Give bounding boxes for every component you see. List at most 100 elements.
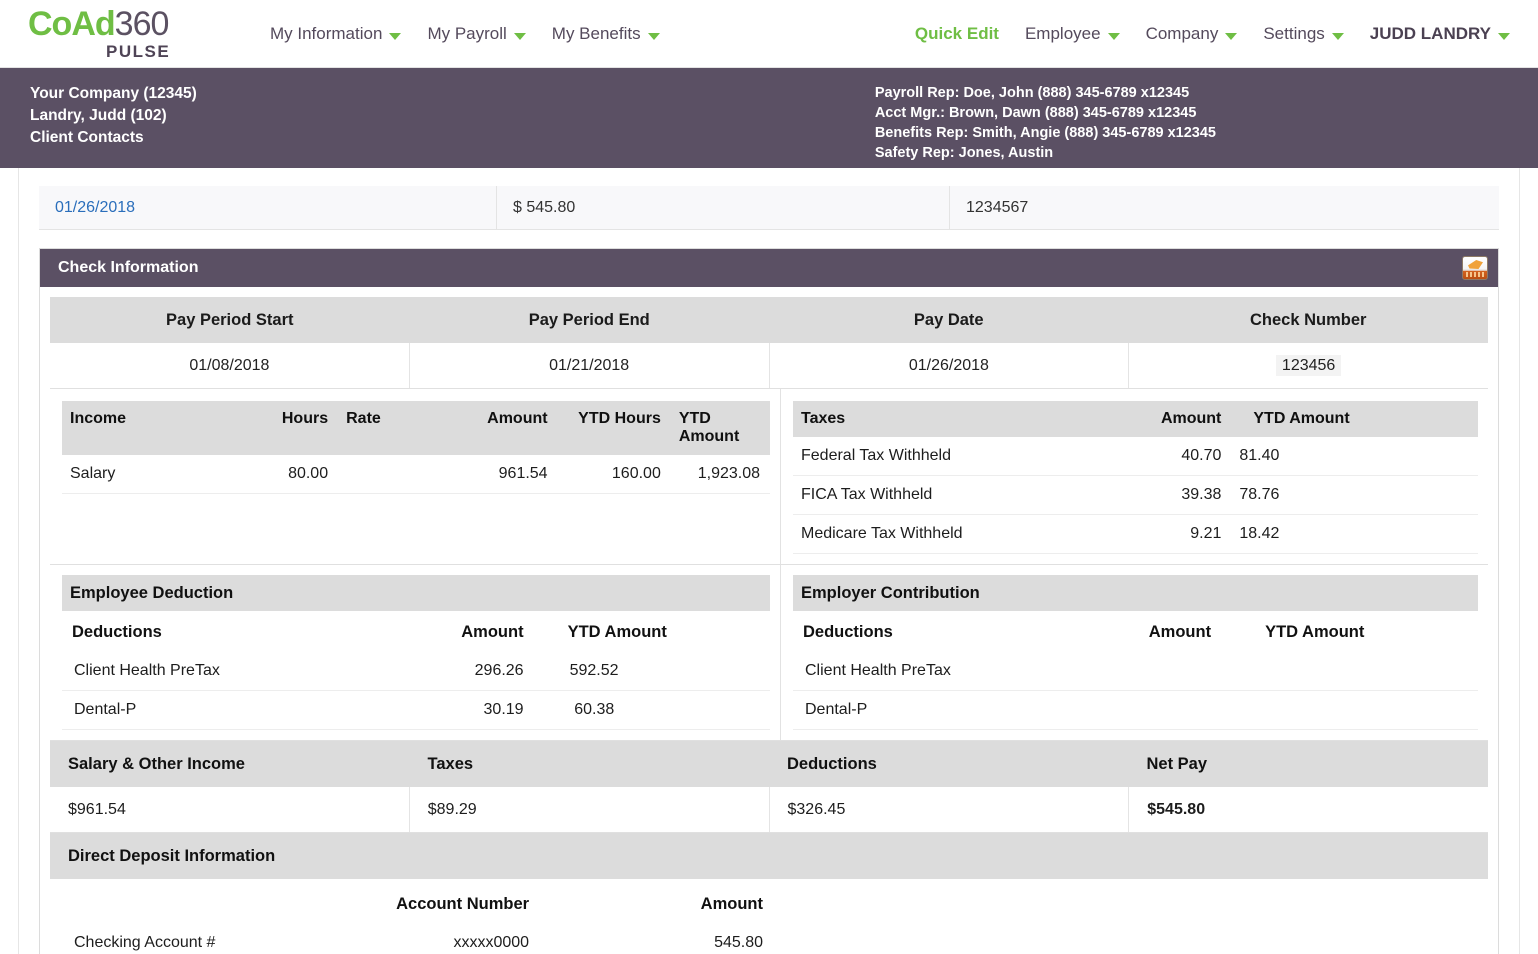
nav-employee-label: Employee <box>1024 23 1101 43</box>
nav-my-benefits-label: My Benefits <box>551 23 641 43</box>
income-row-ytd-amount: 1,923.08 <box>670 455 770 494</box>
totals-value-deductions: $326.45 <box>770 787 1130 832</box>
ec-row-amount <box>1094 652 1246 691</box>
tax-row-amount: 40.70 <box>1080 437 1232 476</box>
totals-header-row: Salary & Other Income Taxes Deductions N… <box>50 741 1488 787</box>
ed-row-ytd-amount: 60.38 <box>557 690 770 730</box>
income-row-rate <box>338 455 431 494</box>
employee-deduction-column: Employee Deduction Deductions Amount YTD… <box>50 565 781 740</box>
table-row: FICA Tax Withheld 39.38 78.76 <box>793 475 1478 515</box>
safety-rep: Safety Rep: Jones, Austin <box>874 145 1054 161</box>
taxes-table: Taxes Amount YTD Amount Federal Tax With… <box>793 401 1478 554</box>
nav-employee[interactable]: Employee <box>1025 24 1120 44</box>
ec-col-amount: Amount <box>1148 623 1212 641</box>
nav-quick-edit[interactable]: Quick Edit <box>915 24 999 44</box>
income-col-rate: Rate <box>338 401 431 455</box>
chevron-down-icon <box>647 33 660 40</box>
ed-row-ytd-amount: 592.52 <box>557 652 770 691</box>
nav-my-benefits[interactable]: My Benefits <box>552 24 660 44</box>
check-info-header-row: Pay Period Start Pay Period End Pay Date… <box>50 297 1488 343</box>
employer-contribution-title: Employer Contribution <box>793 575 1478 611</box>
table-row: Dental-P <box>793 690 1478 730</box>
paycheck-summary-row: 01/26/2018 $ 545.80 1234567 <box>39 185 1499 230</box>
nav-my-information-label: My Information <box>270 23 383 43</box>
dd-row-name: Checking Account # <box>62 924 311 954</box>
nav-company-label: Company <box>1145 23 1219 43</box>
ed-col-ytd-amount: YTD Amount <box>567 623 667 641</box>
totals-value-row: $961.54 $89.29 $326.45 $545.80 <box>50 787 1488 833</box>
client-info-bar: Your Company (12345) Landry, Judd (102) … <box>0 68 1538 168</box>
table-row: Dental-P 30.19 60.38 <box>62 690 770 730</box>
brand-logo[interactable]: CoAd360 PULSE <box>0 7 238 60</box>
tax-row-ytd-amount: 81.40 <box>1231 437 1478 476</box>
direct-deposit-header-row: Account Number Amount <box>62 883 793 924</box>
tax-row-name: FICA Tax Withheld <box>793 475 1081 515</box>
logo-pulse-text: PULSE <box>106 42 171 61</box>
ed-row-name: Client Health PreTax <box>62 652 402 691</box>
col-check-number: Check Number <box>1250 311 1367 329</box>
company-name: Your Company (12345) <box>30 85 197 102</box>
tax-row-ytd-amount: 18.42 <box>1231 514 1478 554</box>
direct-deposit-body: Account Number Amount Checking Account #… <box>50 879 1488 954</box>
table-row: Medicare Tax Withheld 9.21 18.42 <box>793 514 1478 554</box>
tax-row-amount: 39.38 <box>1080 475 1232 515</box>
nav-my-information[interactable]: My Information <box>270 23 402 44</box>
employee-deduction-header-row: Deductions Amount YTD Amount <box>62 613 770 652</box>
col-pay-period-start: Pay Period Start <box>166 311 294 329</box>
dd-row-amount: 545.80 <box>559 924 793 954</box>
employee-deduction-table: Deductions Amount YTD Amount Client Heal… <box>62 613 770 730</box>
nav-my-payroll-label: My Payroll <box>427 23 507 43</box>
totals-col-deductions: Deductions <box>787 755 877 773</box>
top-navigation-bar: CoAd360 PULSE My Information My Payroll … <box>0 0 1538 68</box>
paycheck-date-link[interactable]: 01/26/2018 <box>55 199 135 217</box>
income-taxes-region: Income Hours Rate Amount YTD Hours YTD A… <box>50 389 1488 565</box>
nav-company[interactable]: Company <box>1146 24 1238 44</box>
client-contacts-link[interactable]: Client Contacts <box>30 127 197 149</box>
client-info-left: Your Company (12345) Landry, Judd (102) … <box>0 83 197 149</box>
ed-row-name: Dental-P <box>62 690 402 730</box>
totals-value-salary-other-income: $961.54 <box>50 787 410 832</box>
employer-contribution-column: Employer Contribution Deductions Amount … <box>781 565 1488 740</box>
income-column: Income Hours Rate Amount YTD Hours YTD A… <box>50 389 781 564</box>
nav-settings[interactable]: Settings <box>1263 24 1344 44</box>
nav-my-payroll[interactable]: My Payroll <box>427 23 526 44</box>
employee-deduction-title: Employee Deduction <box>62 575 770 611</box>
ec-row-name: Dental-P <box>793 690 1095 730</box>
pdf-document-icon[interactable] <box>1462 256 1488 280</box>
direct-deposit-table: Account Number Amount Checking Account #… <box>62 883 793 954</box>
col-pay-period-end: Pay Period End <box>528 311 650 329</box>
payroll-rep: Payroll Rep: Doe, John (888) 345-6789 x1… <box>874 85 1190 101</box>
income-row-hours: 80.00 <box>246 455 339 494</box>
income-col-ytd-hours: YTD Hours <box>557 401 671 455</box>
nav-quick-edit-label: Quick Edit <box>914 23 999 43</box>
income-col-hours: Hours <box>246 401 339 455</box>
nav-user-menu[interactable]: JUDD LANDRY <box>1370 24 1510 44</box>
income-table: Income Hours Rate Amount YTD Hours YTD A… <box>62 401 770 494</box>
totals-value-taxes: $89.29 <box>410 787 770 832</box>
table-row: Client Health PreTax 296.26 592.52 <box>62 652 770 691</box>
ed-col-amount: Amount <box>461 623 524 641</box>
taxes-header-row: Taxes Amount YTD Amount <box>793 401 1478 437</box>
account-manager: Acct Mgr.: Brown, Dawn (888) 345-6789 x1… <box>874 105 1197 121</box>
ec-col-deductions: Deductions <box>803 623 893 641</box>
taxes-col-amount: Amount <box>1080 401 1232 437</box>
taxes-col-ytd-amount: YTD Amount <box>1231 401 1478 437</box>
totals-col-net-pay: Net Pay <box>1146 755 1208 773</box>
check-information-body: Pay Period Start Pay Period End Pay Date… <box>40 287 1498 954</box>
employer-contribution-table: Deductions Amount YTD Amount Client Heal… <box>793 613 1478 730</box>
chevron-down-icon <box>1331 33 1344 40</box>
value-check-number: 123456 <box>1275 355 1342 376</box>
dd-col-account-number: Account Number <box>396 895 530 913</box>
table-row: Client Health PreTax <box>793 652 1478 691</box>
taxes-column: Taxes Amount YTD Amount Federal Tax With… <box>781 389 1488 564</box>
dd-col-blank <box>62 883 311 924</box>
app-page: CoAd360 PULSE My Information My Payroll … <box>0 0 1538 954</box>
paycheck-amount-cell: $ 545.80 <box>497 185 950 230</box>
ed-row-amount: 30.19 <box>401 690 558 730</box>
check-information-panel: Check Information Pay Period Start Pay P… <box>39 248 1499 954</box>
paycheck-reference-cell: 1234567 <box>966 198 1029 216</box>
check-information-panel-header: Check Information <box>40 249 1498 287</box>
income-row-name: Salary <box>62 455 247 494</box>
taxes-col-name: Taxes <box>793 401 1081 437</box>
ec-row-name: Client Health PreTax <box>793 652 1095 691</box>
